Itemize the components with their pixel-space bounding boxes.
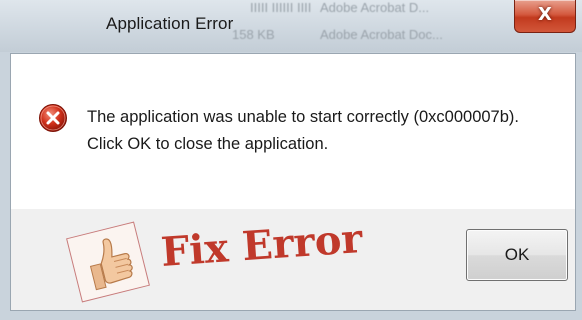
thumbs-up-icon — [89, 238, 133, 291]
background-text: Adobe Acrobat D... — [320, 0, 430, 15]
background-text: IIIII IIIIII IIII — [250, 0, 312, 15]
error-icon — [39, 104, 67, 132]
background-text: Adobe Acrobat Doc... — [320, 27, 443, 42]
dialog-body: The application was unable to start corr… — [10, 53, 576, 311]
application-error-dialog: IIIII IIIIII IIII Adobe Acrobat D... 158… — [0, 0, 582, 320]
background-text: 158 KB — [232, 27, 275, 42]
message-area: The application was unable to start corr… — [11, 54, 575, 209]
dialog-title: Application Error — [106, 14, 234, 33]
button-area: Fix Error OK — [11, 209, 575, 310]
error-message: The application was unable to start corr… — [87, 108, 519, 153]
thumbs-up-badge — [66, 221, 150, 303]
title-bar[interactable]: IIIII IIIIII IIII Adobe Acrobat D... 158… — [0, 0, 582, 52]
ok-button[interactable]: OK — [466, 229, 568, 281]
close-button[interactable]: X — [514, 0, 576, 33]
fix-error-label: Fix Error — [159, 214, 364, 276]
